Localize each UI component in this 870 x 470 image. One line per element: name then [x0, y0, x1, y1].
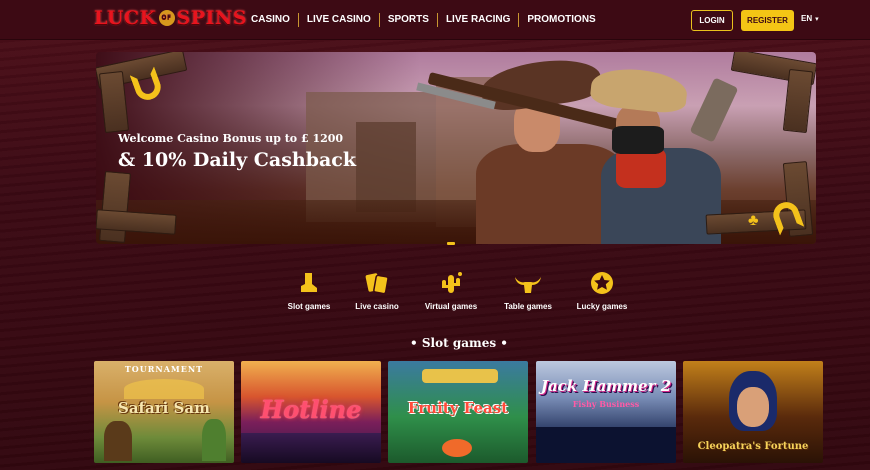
playing-cards-icon	[364, 270, 390, 296]
wood-plank	[782, 68, 814, 134]
cactus-icon	[438, 270, 464, 296]
site-logo[interactable]: LUCK OF SPINS	[94, 7, 247, 29]
sign-board	[422, 369, 498, 383]
hero-text: Welcome Casino Bonus up to £ 1200 & 10% …	[118, 132, 356, 171]
bull-horns-icon	[514, 270, 542, 296]
logo-horseshoe-icon: OF	[158, 10, 175, 26]
game-tile-jack-hammer-2[interactable]: Jack Hammer 2 Fishy Business	[536, 361, 676, 463]
game-title: Hotline	[260, 395, 362, 424]
section-title-slot-games: • Slot games •	[410, 336, 508, 350]
cowboy-right-scarf	[616, 148, 666, 188]
nav-item-casino[interactable]: CASINO	[251, 13, 298, 27]
road	[241, 433, 381, 463]
nav-item-live-casino[interactable]: LIVE CASINO	[297, 13, 379, 27]
character-figure	[202, 419, 226, 461]
sheriff-star-icon	[589, 270, 615, 296]
login-button[interactable]: LOGIN	[691, 10, 733, 31]
pistol-illustration	[689, 77, 739, 143]
category-table-games[interactable]: Table games	[493, 270, 563, 311]
category-label: Live casino	[355, 302, 399, 311]
safari-tree	[124, 379, 204, 399]
game-title: Cleopatra's Fortune	[697, 441, 809, 452]
nav-item-live-racing[interactable]: LIVE RACING	[436, 13, 518, 27]
site-header: LUCK OF SPINS CASINO LIVE CASINO SPORTS …	[0, 0, 870, 40]
nav-item-promotions[interactable]: PROMOTIONS	[518, 13, 603, 27]
category-label: Slot games	[287, 302, 331, 311]
category-virtual-games[interactable]: Virtual games	[416, 270, 486, 311]
saloon-building	[356, 122, 416, 212]
tournament-badge: TOURNAMENT	[124, 364, 204, 374]
language-current: EN	[801, 14, 813, 23]
language-selector[interactable]: EN ▾	[801, 14, 819, 23]
hero-banner[interactable]: ♣ Welcome Casino Bonus up to £ 1200 & 10…	[96, 52, 816, 244]
game-title: Jack Hammer 2	[540, 377, 672, 395]
category-lucky-games[interactable]: Lucky games	[567, 270, 637, 311]
cowboy-right-hat	[589, 65, 689, 115]
game-tile-cleopatras-fortune[interactable]: Cleopatra's Fortune	[683, 361, 823, 463]
main-nav: CASINO LIVE CASINO SPORTS LIVE RACING PR…	[251, 13, 604, 27]
category-label: Lucky games	[576, 302, 628, 311]
chevron-down-icon: ▾	[815, 15, 819, 23]
category-label: Table games	[504, 302, 552, 311]
category-bar: Slot games Live casino Virtual games Tab…	[0, 270, 870, 320]
category-live-casino[interactable]: Live casino	[342, 270, 412, 311]
hero-subtitle: Welcome Casino Bonus up to £ 1200	[118, 132, 344, 145]
game-title: Safari Sam	[118, 399, 210, 417]
city-skyline	[536, 427, 676, 463]
fruit-illustration	[442, 439, 472, 457]
logo-text-left: LUCK	[94, 7, 157, 29]
game-tile-fruity-feast[interactable]: Fruity Feast	[388, 361, 528, 463]
category-slot-games[interactable]: Slot games	[274, 270, 344, 311]
category-label: Virtual games	[424, 302, 478, 311]
carousel-indicator[interactable]	[447, 242, 455, 245]
logo-text-right: SPINS	[176, 7, 248, 29]
game-tile-hotline[interactable]: Hotline	[241, 361, 381, 463]
character-figure	[104, 421, 132, 461]
register-button[interactable]: REGISTER	[741, 10, 794, 31]
clover-icon: ♣	[748, 212, 759, 229]
cleopatra-face	[737, 387, 769, 427]
game-tile-safari-sam[interactable]: TOURNAMENT Safari Sam	[94, 361, 234, 463]
game-subtitle: Fishy Business	[572, 399, 640, 409]
hero-title: & 10% Daily Cashback	[118, 149, 357, 171]
nav-item-sports[interactable]: SPORTS	[378, 13, 437, 27]
cowboy-boot-icon	[297, 270, 321, 296]
cowboy-right-mask	[612, 126, 664, 154]
game-title: Fruity Feast	[407, 399, 509, 417]
